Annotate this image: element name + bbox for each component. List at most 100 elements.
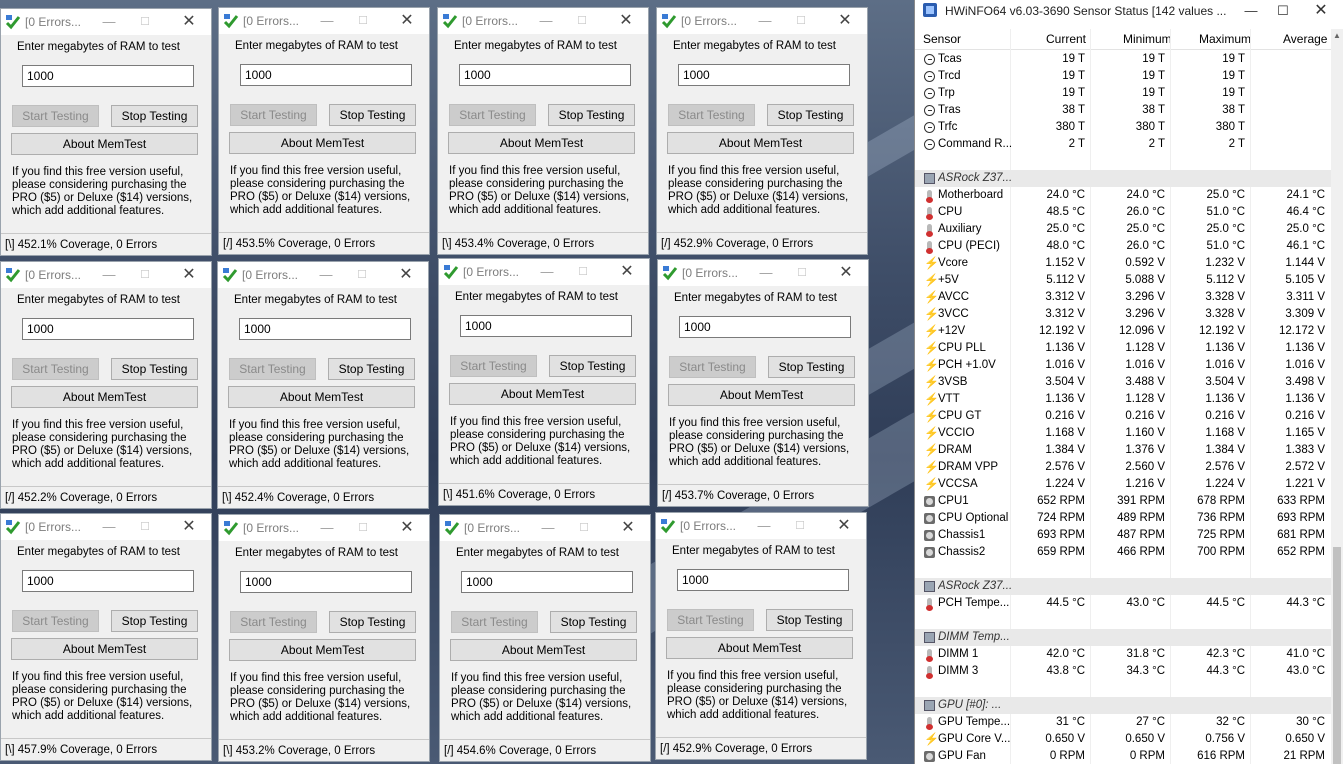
sensor-row[interactable]: ⚡ CPU GT 0.216 V 0.216 V 0.216 V 0.216 V: [915, 408, 1343, 425]
about-memtest-button[interactable]: About MemTest: [667, 132, 854, 154]
stop-testing-button[interactable]: Stop Testing: [111, 358, 198, 380]
ram-mb-input[interactable]: 1000: [22, 318, 194, 340]
close-icon[interactable]: ✕: [834, 264, 858, 282]
memtest-titlebar[interactable]: [0 Errors... — ☐ ✕: [219, 8, 429, 34]
close-icon[interactable]: ✕: [614, 12, 638, 30]
sensor-group-header[interactable]: GPU [#0]: ...: [915, 697, 1343, 714]
ram-mb-input[interactable]: 1000: [677, 569, 849, 591]
scrollbar-thumb[interactable]: [1333, 547, 1341, 764]
sensor-row[interactable]: ⚡ CPU PLL 1.136 V 1.128 V 1.136 V 1.136 …: [915, 340, 1343, 357]
close-icon[interactable]: ✕: [615, 263, 639, 281]
scroll-up-icon[interactable]: ▲: [1331, 31, 1343, 43]
sensor-row[interactable]: CPU1 652 RPM 391 RPM 678 RPM 633 RPM: [915, 493, 1343, 510]
about-memtest-button[interactable]: About MemTest: [11, 638, 198, 660]
sensor-row[interactable]: Chassis2 659 RPM 466 RPM 700 RPM 652 RPM: [915, 544, 1343, 561]
minimize-icon[interactable]: —: [97, 266, 121, 284]
close-icon[interactable]: ✕: [177, 518, 201, 536]
sensor-row[interactable]: Chassis1 693 RPM 487 RPM 725 RPM 681 RPM: [915, 527, 1343, 544]
sensor-row[interactable]: ⚡ DRAM VPP 2.576 V 2.560 V 2.576 V 2.572…: [915, 459, 1343, 476]
vertical-scrollbar[interactable]: ▲: [1331, 29, 1343, 764]
memtest-titlebar[interactable]: [0 Errors... — ☐ ✕: [658, 260, 868, 286]
stop-testing-button[interactable]: Stop Testing: [329, 611, 416, 633]
sensor-row[interactable]: ⚡ AVCC 3.312 V 3.296 V 3.328 V 3.311 V: [915, 289, 1343, 306]
about-memtest-button[interactable]: About MemTest: [11, 386, 198, 408]
sensor-row[interactable]: Trp 19 T 19 T 19 T: [915, 85, 1343, 102]
sensor-row[interactable]: ⚡ +12V 12.192 V 12.096 V 12.192 V 12.172…: [915, 323, 1343, 340]
memtest-titlebar[interactable]: [0 Errors... — ☐ ✕: [438, 8, 648, 34]
about-memtest-button[interactable]: About MemTest: [448, 132, 635, 154]
memtest-titlebar[interactable]: [0 Errors... — ☐ ✕: [657, 8, 867, 34]
memtest-titlebar[interactable]: [0 Errors... — ☐ ✕: [1, 9, 211, 35]
stop-testing-button[interactable]: Stop Testing: [550, 611, 637, 633]
memtest-titlebar[interactable]: [0 Errors... — ☐ ✕: [1, 514, 211, 540]
minimize-icon[interactable]: —: [97, 518, 121, 536]
memtest-titlebar[interactable]: [0 Errors... — ☐ ✕: [1, 262, 211, 288]
minimize-icon[interactable]: —: [315, 519, 339, 537]
memtest-titlebar[interactable]: [0 Errors... — ☐ ✕: [439, 259, 649, 285]
sensor-row[interactable]: Trfc 380 T 380 T 380 T: [915, 119, 1343, 136]
close-icon[interactable]: ✕: [395, 519, 419, 537]
about-memtest-button[interactable]: About MemTest: [11, 133, 198, 155]
sensor-row[interactable]: ⚡ 3VCC 3.312 V 3.296 V 3.328 V 3.309 V: [915, 306, 1343, 323]
column-header-current[interactable]: Current: [1046, 32, 1086, 46]
sensor-row[interactable]: ⚡ VCCIO 1.168 V 1.160 V 1.168 V 1.165 V: [915, 425, 1343, 442]
ram-mb-input[interactable]: 1000: [460, 315, 632, 337]
minimize-icon[interactable]: —: [315, 12, 339, 30]
stop-testing-button[interactable]: Stop Testing: [329, 104, 416, 126]
close-icon[interactable]: ✕: [177, 13, 201, 31]
ram-mb-input[interactable]: 1000: [459, 64, 631, 86]
ram-mb-input[interactable]: 1000: [240, 64, 412, 86]
about-memtest-button[interactable]: About MemTest: [229, 639, 416, 661]
stop-testing-button[interactable]: Stop Testing: [328, 358, 415, 380]
stop-testing-button[interactable]: Stop Testing: [548, 104, 635, 126]
stop-testing-button[interactable]: Stop Testing: [766, 609, 853, 631]
minimize-icon[interactable]: —: [754, 264, 778, 282]
memtest-titlebar[interactable]: [0 Errors... — ☐ ✕: [218, 262, 428, 288]
stop-testing-button[interactable]: Stop Testing: [768, 356, 855, 378]
close-icon[interactable]: ✕: [177, 266, 201, 284]
sensor-row[interactable]: ⚡ +5V 5.112 V 5.088 V 5.112 V 5.105 V: [915, 272, 1343, 289]
sensor-row[interactable]: ⚡ VCCSA 1.224 V 1.216 V 1.224 V 1.221 V: [915, 476, 1343, 493]
about-memtest-button[interactable]: About MemTest: [228, 386, 415, 408]
sensor-row[interactable]: Auxiliary 25.0 °C 25.0 °C 25.0 °C 25.0 °…: [915, 221, 1343, 238]
memtest-titlebar[interactable]: [0 Errors... — ☐ ✕: [219, 515, 429, 541]
ram-mb-input[interactable]: 1000: [240, 571, 412, 593]
close-icon[interactable]: ✕: [832, 517, 856, 535]
sensor-row[interactable]: Motherboard 24.0 °C 24.0 °C 25.0 °C 24.1…: [915, 187, 1343, 204]
minimize-icon[interactable]: —: [97, 13, 121, 31]
minimize-icon[interactable]: —: [753, 12, 777, 30]
memtest-titlebar[interactable]: [0 Errors... — ☐ ✕: [440, 515, 650, 541]
ram-mb-input[interactable]: 1000: [22, 570, 194, 592]
sensor-row[interactable]: CPU (PECI) 48.0 °C 26.0 °C 51.0 °C 46.1 …: [915, 238, 1343, 255]
ram-mb-input[interactable]: 1000: [679, 316, 851, 338]
column-header-minimum[interactable]: Minimum: [1123, 32, 1172, 46]
about-memtest-button[interactable]: About MemTest: [666, 637, 853, 659]
sensor-row[interactable]: GPU Fan 0 RPM 0 RPM 616 RPM 21 RPM: [915, 748, 1343, 764]
close-icon[interactable]: ✕: [833, 12, 857, 30]
sensor-row[interactable]: PCH Tempe... 44.5 °C 43.0 °C 44.5 °C 44.…: [915, 595, 1343, 612]
ram-mb-input[interactable]: 1000: [22, 65, 194, 87]
stop-testing-button[interactable]: Stop Testing: [111, 105, 198, 127]
close-icon[interactable]: ✕: [616, 519, 640, 537]
sensor-row[interactable]: ⚡ VTT 1.136 V 1.128 V 1.136 V 1.136 V: [915, 391, 1343, 408]
maximize-icon[interactable]: ☐: [1265, 1, 1301, 21]
sensor-row[interactable]: ⚡ PCH +1.0V 1.016 V 1.016 V 1.016 V 1.01…: [915, 357, 1343, 374]
ram-mb-input[interactable]: 1000: [461, 571, 633, 593]
close-icon[interactable]: ✕: [395, 12, 419, 30]
sensor-row[interactable]: CPU 48.5 °C 26.0 °C 51.0 °C 46.4 °C: [915, 204, 1343, 221]
minimize-icon[interactable]: —: [314, 266, 338, 284]
about-memtest-button[interactable]: About MemTest: [668, 384, 855, 406]
ram-mb-input[interactable]: 1000: [678, 64, 850, 86]
sensor-row[interactable]: DIMM 1 42.0 °C 31.8 °C 42.3 °C 41.0 °C: [915, 646, 1343, 663]
sensor-row[interactable]: CPU Optional 724 RPM 489 RPM 736 RPM 693…: [915, 510, 1343, 527]
minimize-icon[interactable]: —: [752, 517, 776, 535]
minimize-icon[interactable]: —: [535, 263, 559, 281]
sensor-row[interactable]: ⚡ DRAM 1.384 V 1.376 V 1.384 V 1.383 V: [915, 442, 1343, 459]
about-memtest-button[interactable]: About MemTest: [450, 639, 637, 661]
column-header-average[interactable]: Average: [1283, 32, 1327, 46]
minimize-icon[interactable]: —: [534, 12, 558, 30]
sensor-row[interactable]: DIMM 3 43.8 °C 34.3 °C 44.3 °C 43.0 °C: [915, 663, 1343, 680]
sensor-row[interactable]: ⚡ 3VSB 3.504 V 3.488 V 3.504 V 3.498 V: [915, 374, 1343, 391]
sensor-row[interactable]: ⚡ GPU Core V... 0.650 V 0.650 V 0.756 V …: [915, 731, 1343, 748]
memtest-titlebar[interactable]: [0 Errors... — ☐ ✕: [656, 513, 866, 539]
